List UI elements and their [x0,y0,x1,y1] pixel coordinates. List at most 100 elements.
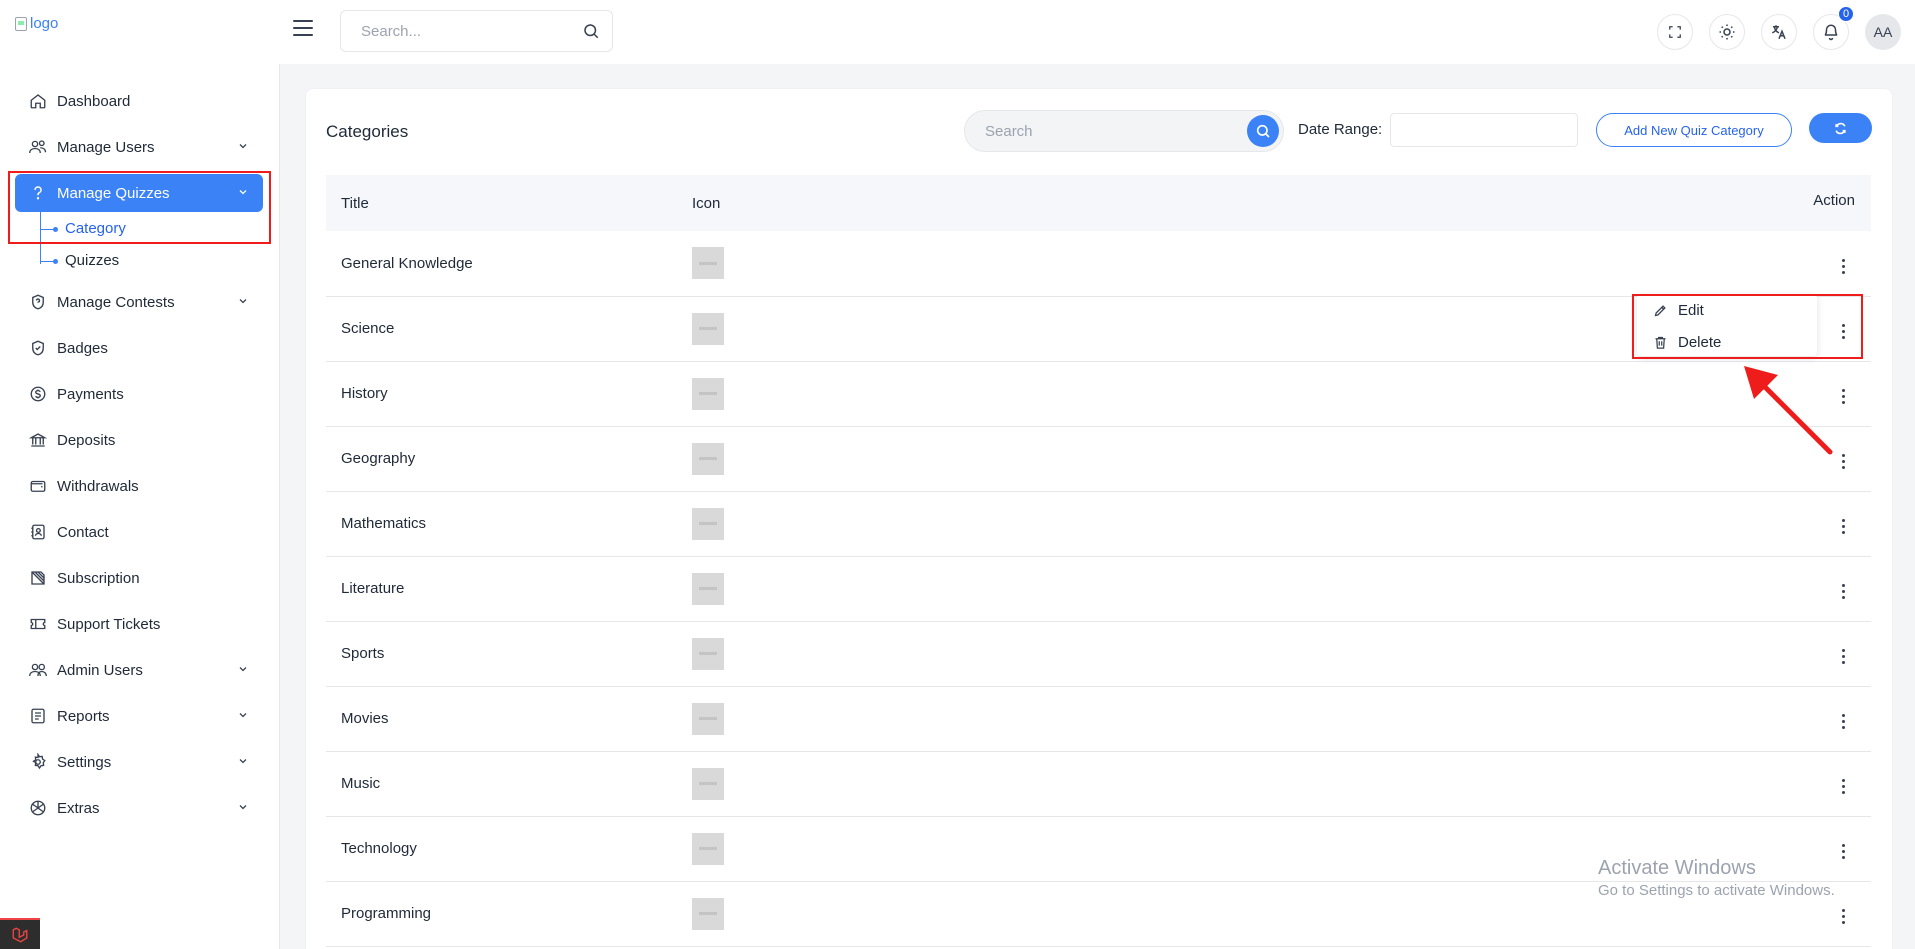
submenu-item-quizzes[interactable]: Quizzes [65,252,119,269]
chevron-down-icon [239,713,247,718]
debugbar-toggle[interactable] [0,918,40,949]
language-button[interactable] [1761,14,1797,50]
sidebar-item-label: Support Tickets [57,615,161,633]
row-actions-menu-icon[interactable] [1836,515,1851,538]
sidebar-item-label: Contact [57,523,109,541]
category-title: Music [341,775,381,792]
sidebar-item-withdrawals[interactable]: Withdrawals [15,467,263,505]
category-icon-image [692,767,724,800]
table-row: History [326,361,1871,426]
chevron-down-icon [239,144,247,149]
search-icon [1256,124,1270,138]
notifications-button[interactable]: 0 [1813,6,1854,50]
sidebar-item-admin-users[interactable]: Admin Users [15,651,263,689]
submenu-tree-dot [53,259,58,264]
refresh-button[interactable] [1809,113,1872,143]
row-actions-menu-icon[interactable] [1836,255,1851,278]
row-actions-menu-icon[interactable] [1836,840,1851,863]
sidebar-item-manage-users[interactable]: Manage Users [15,128,263,166]
table-row: Geography [326,426,1871,491]
hamburger-menu-icon[interactable] [293,20,313,36]
categories-card: Categories Date Range: Add New Quiz Cate… [305,88,1893,949]
fullscreen-button[interactable] [1657,14,1693,50]
annotation-arrow [1744,366,1833,455]
report-icon [28,706,48,726]
bank-icon [28,430,48,450]
row-actions-menu-icon[interactable] [1836,775,1851,798]
theme-toggle-button[interactable] [1709,14,1745,50]
category-title: Mathematics [341,515,427,532]
submenu-tree-branch [40,261,54,262]
table-row: Sports [326,621,1871,686]
table-row: General Knowledge [326,231,1871,296]
annotation-highlight-box [8,171,271,244]
sidebar-item-payments[interactable]: Payments [15,375,263,413]
annotation-highlight-box [1632,294,1863,359]
notification-count-badge: 0 [1838,6,1854,22]
sidebar-item-deposits[interactable]: Deposits [15,421,263,459]
sidebar-item-support-tickets[interactable]: Support Tickets [15,605,263,643]
category-icon-image [692,702,724,735]
refresh-icon [1835,122,1846,134]
column-header-action: Action [1813,192,1855,209]
search-button[interactable] [1247,115,1279,147]
table-header-row: Title Icon Action [326,175,1871,231]
contest-icon [28,292,48,312]
sidebar-item-label: Withdrawals [57,477,139,495]
sidebar-item-reports[interactable]: Reports [15,697,263,735]
bell-icon [1824,24,1838,41]
sidebar-item-label: Manage Users [57,138,155,156]
global-search [340,10,613,52]
category-title: Technology [341,840,417,857]
row-actions-menu-icon[interactable] [1836,580,1851,603]
table-row: Mathematics [326,491,1871,556]
sidebar-item-badges[interactable]: Badges [15,329,263,367]
search-icon[interactable] [582,22,600,40]
gear-icon [28,752,48,772]
category-title: Sports [341,645,385,662]
category-title: History [341,385,388,402]
admin-users-icon [28,660,48,680]
row-actions-menu-icon[interactable] [1836,710,1851,733]
activate-windows-watermark: Activate Windows Go to Settings to activ… [1598,857,1835,899]
sidebar-item-label: Extras [57,799,100,817]
chevron-down-icon [239,667,247,672]
sidebar-item-manage-contests[interactable]: Manage Contests [15,283,263,321]
category-title: Literature [341,580,405,597]
category-title: Geography [341,450,416,467]
sidebar-item-subscription[interactable]: Subscription [15,559,263,597]
category-icon-image [692,897,724,930]
date-range-input[interactable] [1390,113,1578,147]
row-actions-menu-icon[interactable] [1836,905,1851,928]
page-title: Categories [326,122,409,141]
wallet-icon [28,476,48,496]
sidebar-item-label: Admin Users [57,661,143,679]
category-icon-image [692,247,724,280]
column-header-title[interactable]: Title [326,175,692,231]
date-range-label: Date Range: [1298,121,1383,138]
contact-icon [28,522,48,542]
sidebar-item-label: Settings [57,753,112,771]
chevron-down-icon [239,759,247,764]
sidebar-item-extras[interactable]: Extras [15,789,263,827]
avatar[interactable]: AA [1865,14,1901,50]
sidebar-item-label: Badges [57,339,108,357]
category-title: General Knowledge [341,254,473,272]
chevron-down-icon [239,299,247,304]
fullscreen-icon [1669,26,1681,38]
category-search-input[interactable] [985,122,1247,140]
table-row: Music [326,751,1871,816]
global-search-input[interactable] [361,22,582,40]
logo[interactable]: logo [15,15,58,32]
row-actions-menu-icon[interactable] [1836,645,1851,668]
categories-table: Title Icon Action General Knowledge Scie… [326,175,1871,947]
category-icon-image [692,507,724,540]
category-title: Movies [341,710,389,727]
category-icon-image [692,442,724,475]
add-new-quiz-category-button[interactable]: Add New Quiz Category [1596,113,1792,147]
sidebar-item-settings[interactable]: Settings [15,743,263,781]
sidebar-item-label: Dashboard [57,92,131,110]
sidebar-item-dashboard[interactable]: Dashboard [15,82,263,120]
badge-icon [28,338,48,358]
sidebar-item-contact[interactable]: Contact [15,513,263,551]
